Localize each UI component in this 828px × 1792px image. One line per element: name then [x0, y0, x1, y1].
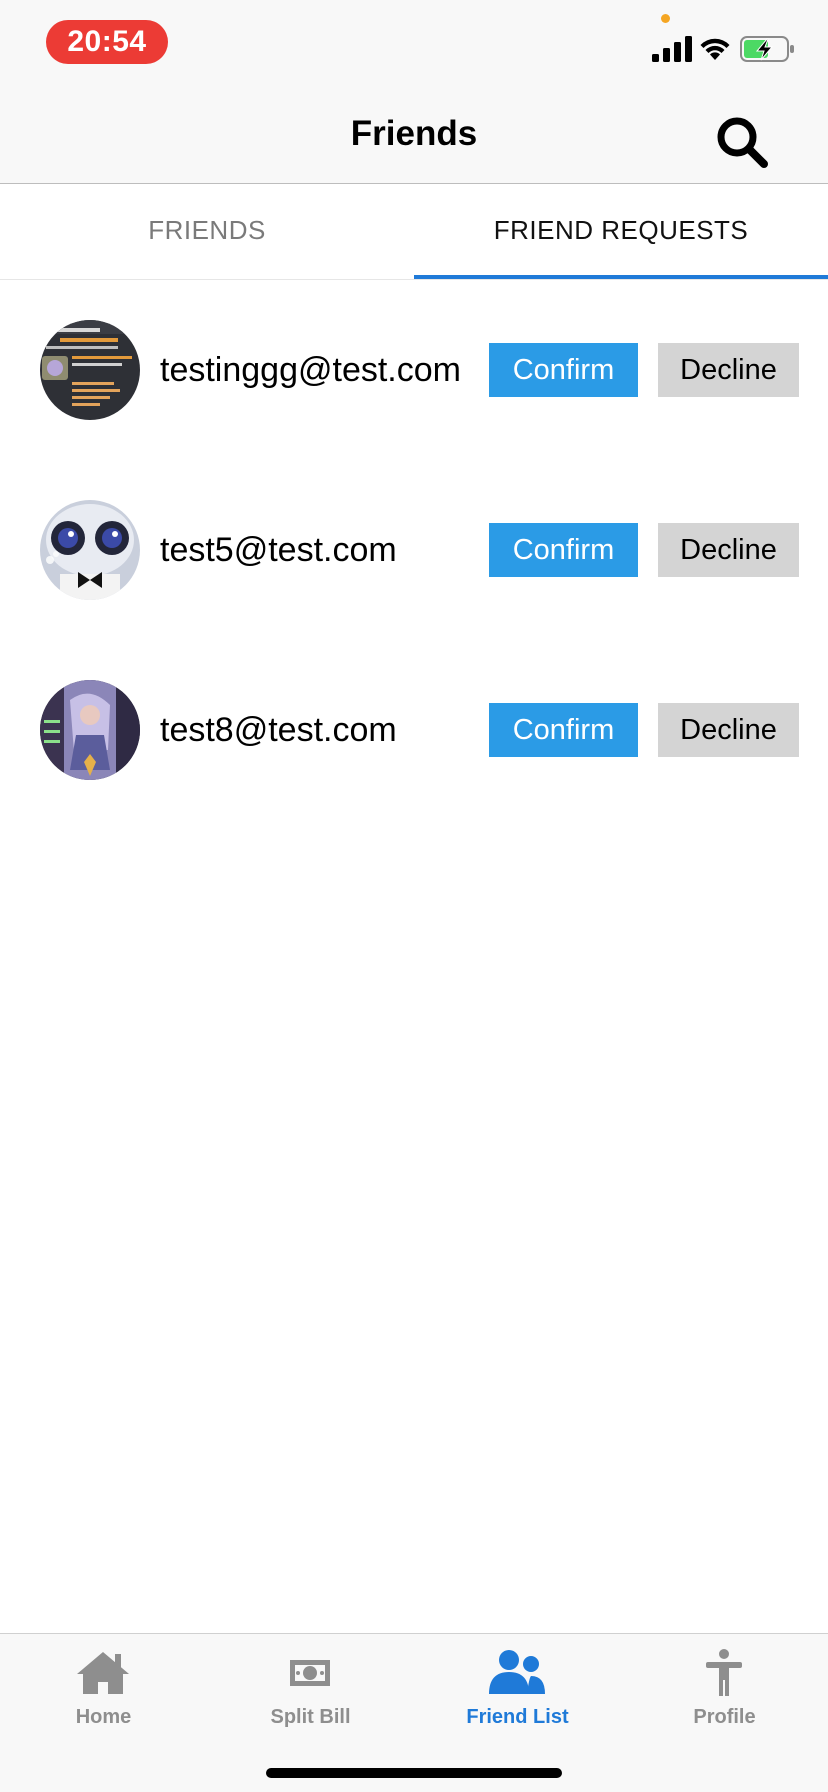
tab-friend-requests[interactable]: FRIEND REQUESTS: [414, 185, 828, 280]
nav-header: Friends: [0, 90, 828, 184]
request-email: test8@test.com: [160, 711, 397, 749]
screenshot-thumbnail-avatar: [40, 320, 140, 420]
bottom-tab-label: Home: [75, 1706, 132, 1728]
people-icon: [489, 1650, 545, 1694]
friend-request-row: testinggg@test.com Confirm Decline: [0, 315, 828, 425]
friends-screen: 20:54 Friends FRIENDS FRIEND REQUESTS te…: [0, 0, 828, 1792]
decline-button[interactable]: Decline: [658, 703, 799, 757]
battery-charging-icon: [740, 36, 794, 62]
bottom-tab-home[interactable]: Home: [0, 1634, 207, 1744]
bottom-tab-label: Profile: [693, 1706, 756, 1728]
money-icon: [290, 1660, 330, 1686]
status-bar: 20:54: [0, 0, 828, 90]
confirm-button[interactable]: Confirm: [489, 343, 638, 397]
privacy-indicator-dot: [661, 14, 670, 23]
friend-request-row: test5@test.com Confirm Decline: [0, 495, 828, 605]
user-avatar: [40, 320, 140, 420]
confirm-button[interactable]: Confirm: [489, 523, 638, 577]
active-tab-indicator: [414, 275, 828, 279]
person-icon: [706, 1649, 742, 1696]
cellular-signal-icon: [652, 36, 692, 62]
wifi-icon: [700, 38, 730, 60]
bottom-tab-label: Split Bill: [270, 1706, 351, 1728]
request-email: test5@test.com: [160, 531, 397, 569]
page-title: Friends: [350, 114, 478, 153]
bottom-tab-split-bill[interactable]: Split Bill: [207, 1634, 414, 1744]
bottom-tab-label: Friend List: [466, 1706, 569, 1728]
decline-button[interactable]: Decline: [658, 343, 799, 397]
home-indicator: [266, 1768, 562, 1778]
search-button[interactable]: [714, 114, 770, 170]
confirm-button[interactable]: Confirm: [489, 703, 638, 757]
bottom-tab-profile[interactable]: Profile: [621, 1634, 828, 1744]
user-avatar: [40, 680, 140, 780]
friends-tabs: FRIENDS FRIEND REQUESTS: [0, 185, 828, 280]
robot-avatar: [40, 500, 140, 600]
search-icon: [717, 117, 768, 168]
friend-request-row: test8@test.com Confirm Decline: [0, 675, 828, 785]
user-avatar: [40, 500, 140, 600]
status-time: 20:54: [46, 20, 168, 64]
game-art-avatar: [40, 680, 140, 780]
request-email: testinggg@test.com: [160, 351, 461, 389]
decline-button[interactable]: Decline: [658, 523, 799, 577]
tab-friends[interactable]: FRIENDS: [0, 185, 414, 280]
bottom-tab-friend-list[interactable]: Friend List: [414, 1634, 621, 1744]
home-icon: [77, 1652, 129, 1694]
